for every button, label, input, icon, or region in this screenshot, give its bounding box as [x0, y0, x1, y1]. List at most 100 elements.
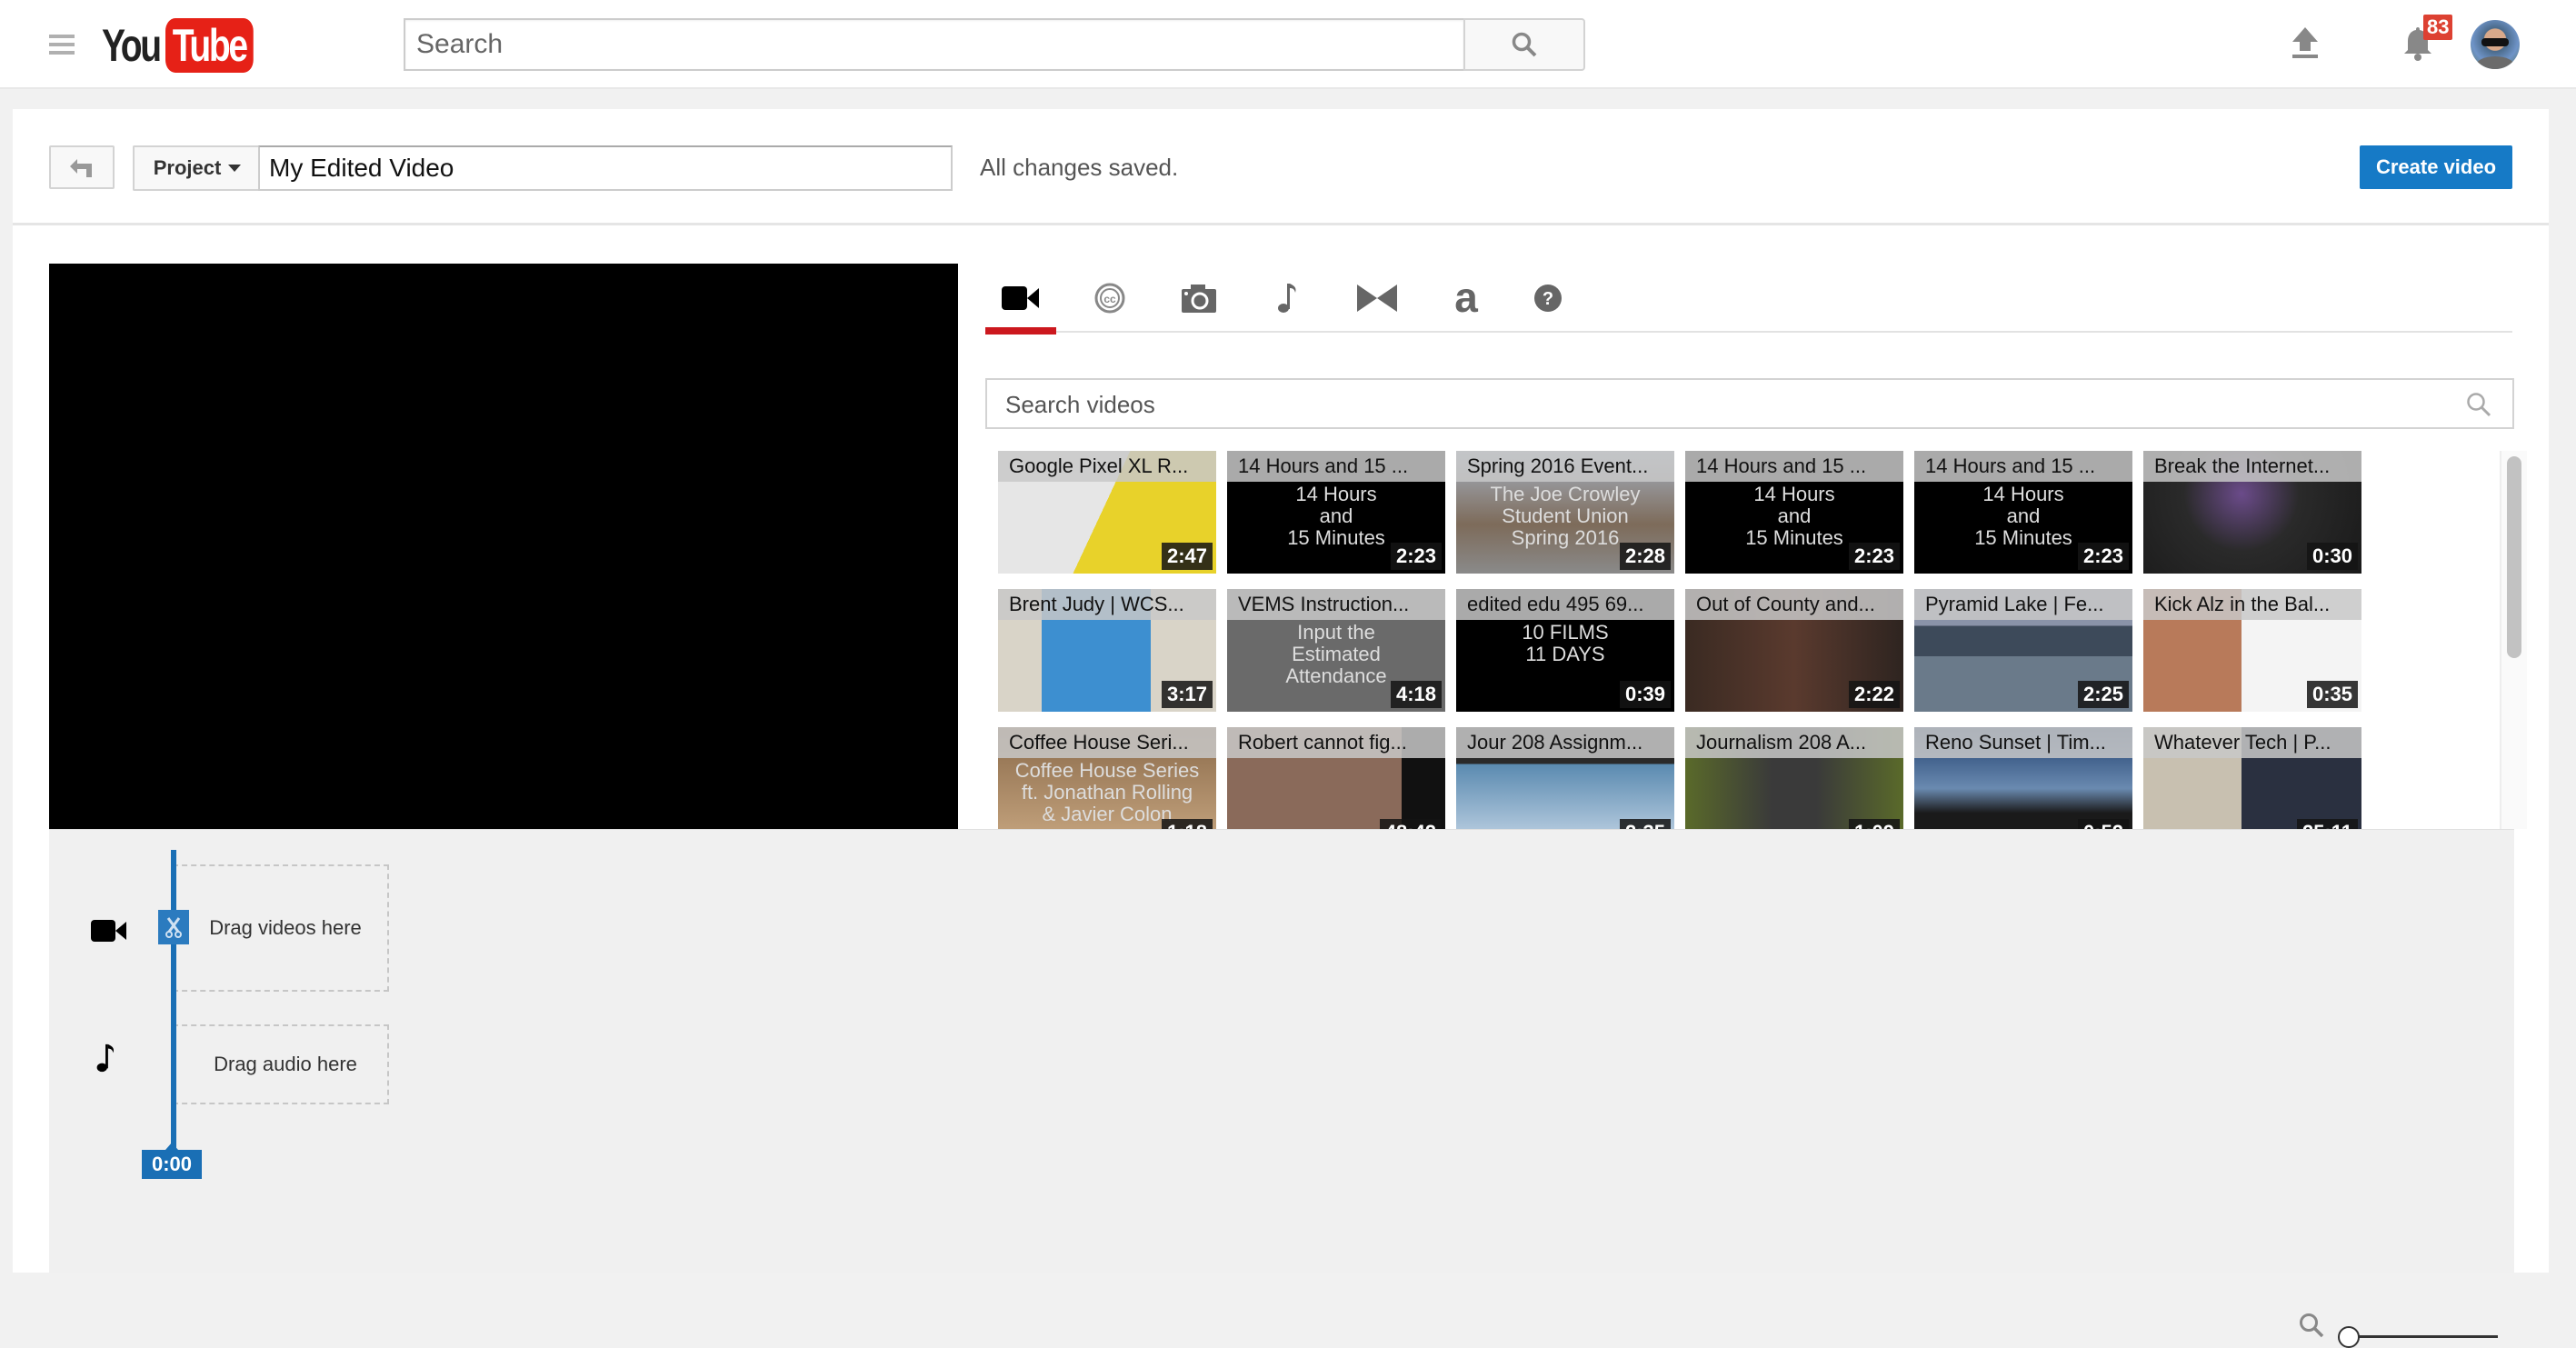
video-duration: 4:18: [1390, 681, 1442, 708]
search-input[interactable]: Search: [404, 18, 1465, 71]
video-thumbnail[interactable]: Input the Estimated Attendance VEMS Instruc…: [1227, 589, 1445, 712]
video-duration: 0:52: [2077, 819, 2129, 829]
video-thumbnail[interactable]: 14 Hours and 15 Minutes 14 Hours and 15 ...…: [1685, 451, 1903, 574]
video-thumbnail[interactable]: Jour 208 Assignm... 2:35: [1456, 727, 1674, 829]
video-title: Whatever Tech | P...: [2143, 727, 2361, 758]
video-thumbnail[interactable]: Pyramid Lake | Fe... 2:25: [1914, 589, 2132, 712]
video-thumbnail[interactable]: Break the Internet... 0:30: [2143, 451, 2361, 574]
music-note-icon: [1278, 284, 1296, 313]
menu-icon[interactable]: [49, 35, 75, 55]
video-duration: 2:47: [1161, 543, 1213, 570]
video-track-icon: [91, 920, 126, 942]
video-title: edited edu 495 69...: [1456, 589, 1674, 620]
help-icon: ?: [1534, 285, 1562, 312]
notification-count-badge[interactable]: 83: [2423, 15, 2453, 40]
video-duration: 0:35: [2306, 681, 2358, 708]
video-title: Coffee House Seri...: [998, 727, 1216, 758]
playhead-time: 0:00: [142, 1143, 202, 1179]
video-preview[interactable]: [49, 264, 958, 829]
video-thumbnail[interactable]: Kick Alz in the Bal... 0:35: [2143, 589, 2361, 712]
project-dropdown[interactable]: Project: [133, 145, 260, 191]
search-videos-placeholder: Search videos: [1005, 391, 1155, 418]
youtube-logo[interactable]: You Tube: [102, 18, 277, 73]
cc-icon: cc: [1094, 283, 1125, 314]
zoom-icon: [2300, 1313, 2324, 1338]
project-title-input[interactable]: [258, 145, 953, 191]
video-duration: 0:30: [2306, 543, 2358, 570]
tab-videos[interactable]: [985, 264, 1056, 335]
search-button[interactable]: [1463, 18, 1585, 71]
tab-audio[interactable]: [1253, 264, 1323, 333]
audio-drop-label: Drag audio here: [214, 1053, 357, 1075]
video-title: Kick Alz in the Bal...: [2143, 589, 2361, 620]
scrollbar-thumb[interactable]: [2507, 456, 2521, 658]
video-drop-label: Drag videos here: [209, 916, 362, 939]
audio-drop-zone[interactable]: Drag audio here: [173, 1024, 389, 1104]
video-duration: 25:11: [2296, 819, 2358, 829]
back-button[interactable]: [49, 145, 115, 189]
video-grid-scrollbar[interactable]: [2500, 451, 2527, 829]
video-duration: 2:25: [2077, 681, 2129, 708]
video-title: Reno Sunset | Tim...: [1914, 727, 2132, 758]
video-thumbnail[interactable]: 10 FILMS 11 DAYS edited edu 495 69... 0:39: [1456, 589, 1674, 712]
avatar[interactable]: [2471, 20, 2520, 69]
text-a-icon: a: [1454, 281, 1478, 315]
search-icon: [1512, 32, 1537, 57]
tab-photos[interactable]: [1163, 264, 1234, 333]
timeline-zoom-slider[interactable]: [2338, 1326, 2498, 1348]
back-arrow-icon: [70, 159, 92, 177]
video-title: Spring 2016 Event...: [1456, 451, 1674, 482]
video-duration: 2:28: [1619, 543, 1671, 570]
playhead[interactable]: [171, 850, 176, 1150]
chevron-down-icon: [228, 165, 242, 172]
video-thumbnail[interactable]: Robert cannot fig... 48:42: [1227, 727, 1445, 829]
video-duration: 1:09: [1848, 819, 1900, 829]
video-duration: 3:17: [1161, 681, 1213, 708]
video-duration: 0:39: [1619, 681, 1671, 708]
tab-help[interactable]: ?: [1513, 264, 1583, 333]
scissors-icon: [165, 917, 182, 938]
create-video-button[interactable]: Create video: [2360, 145, 2512, 189]
tab-creative-commons[interactable]: cc: [1074, 264, 1145, 333]
video-thumbnail[interactable]: Out of County and... 2:22: [1685, 589, 1903, 712]
video-title: 14 Hours and 15 ...: [1914, 451, 2132, 482]
search-icon[interactable]: [2465, 391, 2492, 418]
logo-tube-text: Tube: [165, 18, 254, 73]
video-drop-zone[interactable]: Drag videos here: [173, 864, 389, 992]
video-duration: 2:23: [1848, 543, 1900, 570]
project-label: Project: [153, 156, 222, 179]
save-status: All changes saved.: [980, 154, 1179, 181]
video-title: Jour 208 Assignm...: [1456, 727, 1674, 758]
video-thumbnail[interactable]: Brent Judy | WCS... 3:17: [998, 589, 1216, 712]
camera-icon: [1182, 285, 1216, 313]
video-duration: 1:18: [1161, 819, 1213, 829]
video-thumbnail[interactable]: Google Pixel XL R... 2:47: [998, 451, 1216, 574]
search-videos-input[interactable]: Search videos: [985, 378, 2514, 429]
video-duration: 2:35: [1619, 819, 1671, 829]
svg-text:?: ?: [1543, 289, 1553, 309]
upload-icon[interactable]: [2289, 25, 2321, 60]
video-thumbnail[interactable]: Reno Sunset | Tim... 0:52: [1914, 727, 2132, 829]
tab-text[interactable]: a: [1431, 264, 1502, 333]
video-title: Journalism 208 A...: [1685, 727, 1903, 758]
video-duration: 2:22: [1848, 681, 1900, 708]
video-thumbnail[interactable]: 14 Hours and 15 Minutes 14 Hours and 15 ...…: [1914, 451, 2132, 574]
video-thumbnail[interactable]: The Joe Crowley Student Union Spring 2016 S…: [1456, 451, 1674, 574]
bowtie-icon: [1357, 285, 1397, 312]
video-title: 14 Hours and 15 ...: [1227, 451, 1445, 482]
tab-transitions[interactable]: [1342, 264, 1413, 333]
video-duration: 2:23: [1390, 543, 1442, 570]
video-thumbnail[interactable]: Whatever Tech | P... 25:11: [2143, 727, 2361, 829]
video-title: Google Pixel XL R...: [998, 451, 1216, 482]
svg-text:a: a: [1454, 281, 1478, 315]
logo-you-text: You: [102, 20, 162, 71]
audio-track-icon: [96, 1043, 115, 1073]
zoom-slider-handle[interactable]: [2338, 1326, 2360, 1348]
video-title: 14 Hours and 15 ...: [1685, 451, 1903, 482]
editor-card: Project All changes saved. Create video …: [13, 109, 2549, 1348]
video-thumbnail[interactable]: 14 Hours and 15 Minutes 14 Hours and 15 ...…: [1227, 451, 1445, 574]
split-clip-button[interactable]: [158, 910, 189, 944]
video-thumbnail[interactable]: Journalism 208 A... 1:09: [1685, 727, 1903, 829]
video-thumbnail[interactable]: Coffee House Series ft. Jonathan Rolling &…: [998, 727, 1216, 829]
editor-header: Project All changes saved. Create video: [13, 109, 2549, 225]
